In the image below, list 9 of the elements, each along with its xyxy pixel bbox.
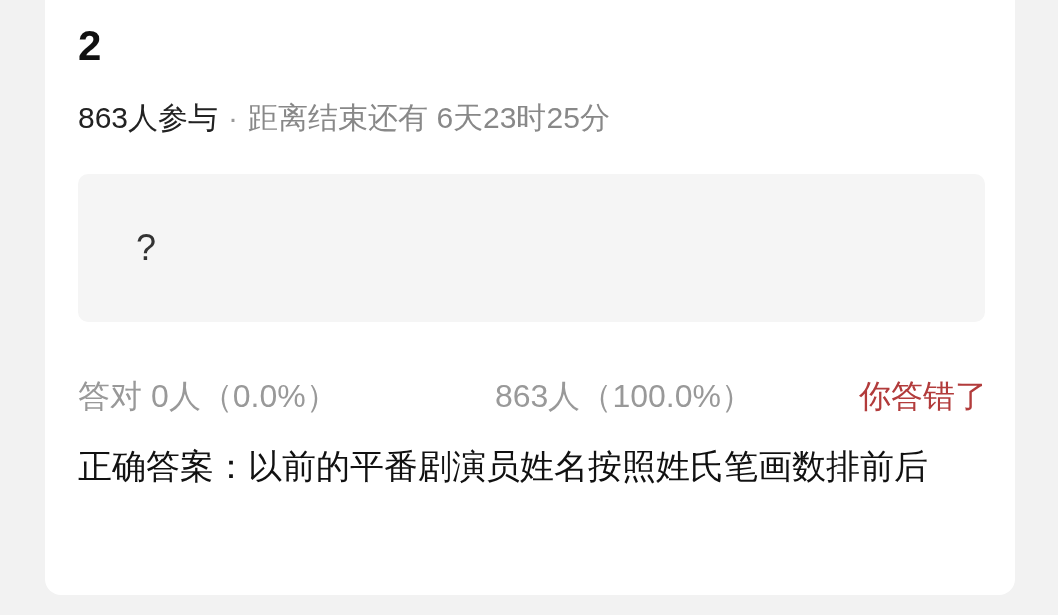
participant-count: 863人参与 [78, 100, 219, 136]
answer-option[interactable]: ? [78, 174, 985, 322]
wrong-count: 863人（100.0%） [495, 377, 753, 416]
correct-count: 答对 0人（0.0%） [78, 377, 339, 416]
question-number: 2 [78, 21, 103, 71]
separator-dot: · [228, 100, 239, 136]
correct-answer-text: 正确答案：以前的平番剧演员姓名按照姓氏笔画数排前后 [78, 446, 929, 487]
countdown-text: 距离结束还有 6天23时25分 [248, 100, 610, 136]
result-verdict: 你答错了 [859, 377, 987, 416]
